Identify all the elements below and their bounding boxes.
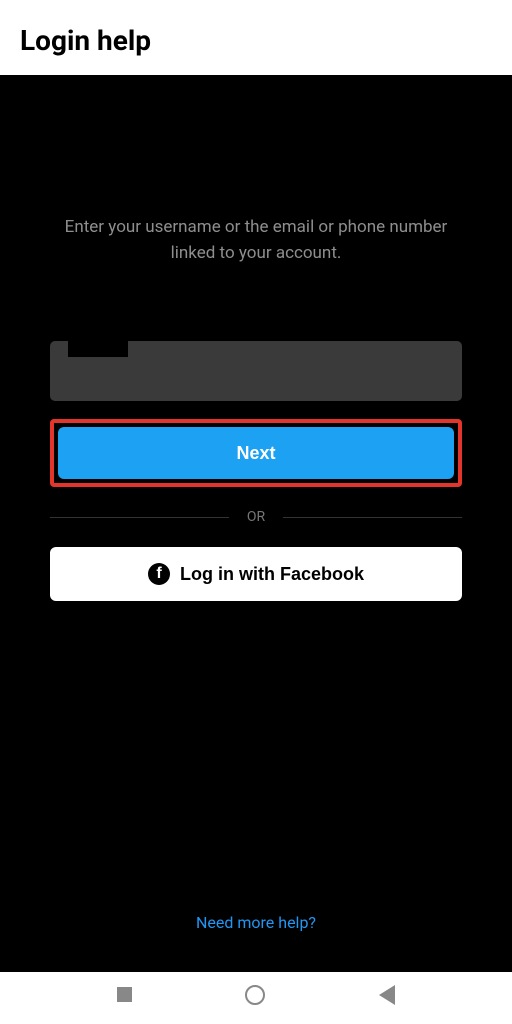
recent-apps-icon[interactable] bbox=[117, 987, 132, 1002]
page-title: Login help bbox=[20, 24, 492, 57]
next-button-highlight: Next bbox=[50, 419, 462, 487]
need-help-link[interactable]: Need more help? bbox=[196, 913, 316, 932]
redacted-value bbox=[68, 341, 128, 357]
divider-line-left bbox=[50, 517, 229, 518]
page-header: Login help bbox=[0, 0, 512, 75]
home-icon[interactable] bbox=[245, 985, 265, 1005]
back-icon[interactable] bbox=[379, 985, 395, 1005]
divider-text: OR bbox=[229, 509, 283, 525]
divider-line-right bbox=[283, 517, 462, 518]
android-nav-bar bbox=[0, 972, 512, 1017]
facebook-login-button[interactable]: f Log in with Facebook bbox=[50, 547, 462, 601]
next-button[interactable]: Next bbox=[58, 427, 454, 479]
facebook-icon: f bbox=[148, 563, 170, 585]
instruction-text: Enter your username or the email or phon… bbox=[50, 215, 462, 266]
main-content: Enter your username or the email or phon… bbox=[0, 75, 512, 972]
divider: OR bbox=[50, 509, 462, 525]
facebook-button-label: Log in with Facebook bbox=[180, 564, 364, 585]
username-input[interactable] bbox=[50, 341, 462, 401]
